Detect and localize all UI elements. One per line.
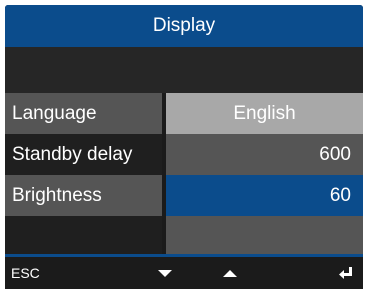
setting-value bbox=[166, 216, 363, 254]
setting-row-brightness[interactable]: Brightness 60 bbox=[5, 175, 363, 216]
enter-icon bbox=[339, 267, 352, 279]
setting-value[interactable]: English bbox=[166, 93, 363, 134]
setting-row-standby-delay[interactable]: Standby delay 600 bbox=[5, 134, 363, 175]
setting-label: Brightness bbox=[5, 175, 162, 216]
up-button[interactable] bbox=[215, 257, 245, 289]
softkey-bar: ESC bbox=[5, 257, 363, 289]
esc-button[interactable]: ESC bbox=[11, 257, 57, 289]
setting-label: Standby delay bbox=[5, 134, 162, 175]
page-title: Display bbox=[5, 5, 363, 47]
up-arrow-icon bbox=[223, 269, 237, 277]
setting-row-language[interactable]: Language English bbox=[5, 93, 363, 134]
down-arrow-icon bbox=[158, 269, 172, 277]
blank-row bbox=[5, 47, 363, 93]
setting-row-empty bbox=[5, 216, 363, 254]
setting-label: Language bbox=[5, 93, 162, 134]
setting-value[interactable]: 600 bbox=[166, 134, 363, 175]
setting-value-selected[interactable]: 60 bbox=[166, 175, 363, 216]
setting-label bbox=[5, 216, 162, 254]
display-settings-screen: Display Language English Standby delay 6… bbox=[5, 5, 363, 289]
enter-button[interactable] bbox=[333, 257, 359, 289]
down-button[interactable] bbox=[150, 257, 180, 289]
